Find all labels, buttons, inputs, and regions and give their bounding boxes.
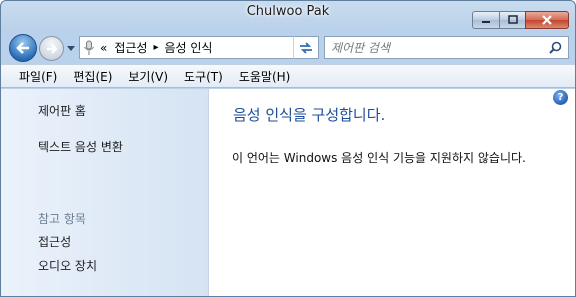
forward-arrow-icon — [46, 43, 58, 54]
back-arrow-icon — [16, 42, 29, 54]
close-icon — [542, 15, 552, 25]
page-title: 음성 인식을 구성합니다. — [233, 106, 386, 124]
maximize-icon — [507, 15, 518, 24]
magnifier-icon[interactable] — [549, 41, 562, 54]
menu-help[interactable]: 도움말(H) — [233, 68, 297, 85]
window: Chulwoo Pak « 접근성 ▸ 음성 인식 제어판 검색 파일(F) 편… — [0, 0, 576, 297]
menu-view[interactable]: 보기(V) — [122, 68, 174, 85]
breadcrumb-speech-recognition[interactable]: 음성 인식 — [165, 39, 213, 56]
maximize-button[interactable] — [499, 11, 526, 29]
address-overflow-chevron[interactable]: « — [100, 41, 107, 55]
search-box[interactable] — [324, 36, 569, 59]
forward-button[interactable] — [39, 36, 64, 61]
link-control-panel-home[interactable]: 제어판 홈 — [38, 102, 86, 119]
refresh-icon — [300, 41, 312, 54]
link-accessibility[interactable]: 접근성 — [38, 233, 71, 250]
link-audio-devices[interactable]: 오디오 장치 — [38, 257, 97, 274]
navigation-bar: « 접근성 ▸ 음성 인식 — [1, 31, 575, 63]
unsupported-language-message: 이 언어는 Windows 음성 인식 기능을 지원하지 않습니다. — [232, 151, 526, 165]
close-button[interactable] — [525, 11, 569, 29]
title-bar[interactable]: Chulwoo Pak — [1, 1, 575, 31]
address-bar[interactable]: « 접근성 ▸ 음성 인식 — [79, 36, 319, 59]
menu-edit[interactable]: 편집(E) — [67, 68, 118, 85]
menu-tools[interactable]: 도구(T) — [178, 68, 229, 85]
menu-file[interactable]: 파일(F) — [13, 68, 63, 85]
minimize-button[interactable] — [472, 11, 500, 29]
minimize-icon — [482, 21, 490, 23]
link-text-to-speech[interactable]: 텍스트 음성 변환 — [38, 138, 123, 155]
content-area: 제어판 홈 텍스트 음성 변환 참고 항목 접근성 오디오 장치 ? 음성 인식… — [1, 89, 575, 296]
breadcrumb-separator-icon[interactable]: ▸ — [153, 42, 158, 53]
main-panel: ? 음성 인식을 구성합니다. 이 언어는 Windows 음성 인식 기능을 … — [209, 89, 575, 296]
back-button[interactable] — [9, 34, 37, 62]
help-icon[interactable]: ? — [553, 90, 568, 105]
task-pane: 제어판 홈 텍스트 음성 변환 참고 항목 접근성 오디오 장치 — [1, 89, 209, 296]
menu-bar: 파일(F) 편집(E) 보기(V) 도구(T) 도움말(H) — [1, 64, 575, 88]
recent-pages-chevron-icon[interactable] — [67, 44, 75, 52]
breadcrumb-accessibility[interactable]: 접근성 — [114, 39, 147, 56]
refresh-button[interactable] — [293, 36, 319, 59]
search-input[interactable] — [331, 39, 541, 56]
see-also-heading: 참고 항목 — [38, 212, 86, 226]
microphone-icon — [80, 37, 98, 58]
